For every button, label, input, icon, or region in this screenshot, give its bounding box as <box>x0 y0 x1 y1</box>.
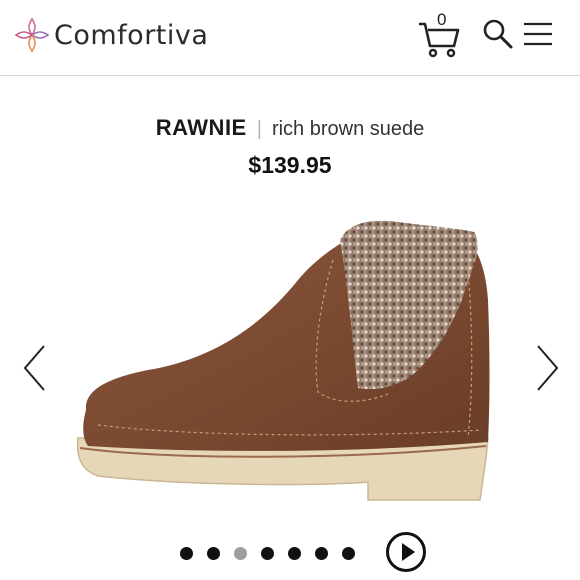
product-price: $139.95 <box>248 152 332 178</box>
search-icon[interactable] <box>482 18 514 50</box>
brand-name: Comfortiva <box>54 19 209 51</box>
carousel-dot[interactable] <box>342 546 355 560</box>
carousel-dot[interactable] <box>180 546 193 560</box>
menu-icon[interactable] <box>522 18 554 50</box>
brand-logo[interactable]: Comfortiva <box>12 14 208 56</box>
product-name: RAWNIE <box>155 115 247 140</box>
carousel-dot-active[interactable] <box>234 546 247 560</box>
carousel-dot[interactable] <box>207 546 220 560</box>
comfortiva-logo-icon <box>14 17 50 53</box>
product-title: RAWNIE | rich brown suede <box>0 113 580 144</box>
previous-image-chevron-left-icon[interactable] <box>20 342 50 394</box>
product-image-boot <box>76 220 490 501</box>
carousel-dot[interactable] <box>315 546 328 560</box>
carousel-dot[interactable] <box>261 546 274 560</box>
carousel-dot[interactable] <box>288 546 301 560</box>
play-icon[interactable] <box>385 531 427 573</box>
carousel-pagination <box>180 544 369 562</box>
site-header: Comfortiva 0 <box>0 0 580 76</box>
product-color: rich brown suede <box>271 118 425 140</box>
cart-count: 0 <box>437 10 447 29</box>
next-image-chevron-right-icon[interactable] <box>532 342 562 394</box>
title-divider: | <box>256 118 262 140</box>
